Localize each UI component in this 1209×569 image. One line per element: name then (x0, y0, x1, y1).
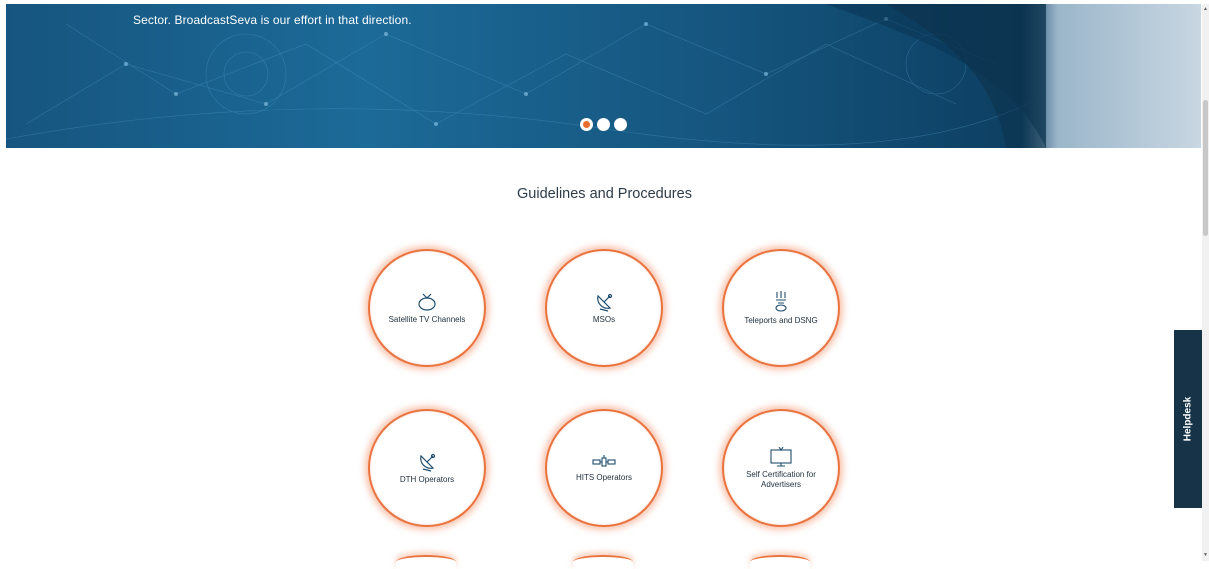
card-partial-3[interactable] (750, 555, 810, 569)
card-label: MSOs (592, 314, 616, 324)
hero-banner: Sector. BroadcastSeva is our effort in t… (6, 4, 1201, 148)
card-label: DTH Operators (399, 474, 455, 484)
card-partial-2[interactable] (573, 555, 633, 569)
card-label: Self Certification for Advertisers (746, 469, 816, 489)
monitor-icon (770, 446, 792, 467)
satellite-dish-icon (597, 293, 613, 312)
card-hits-operators[interactable]: HITS Operators (545, 409, 663, 527)
satellite-dish-icon (420, 453, 436, 472)
carousel-dot-2[interactable] (597, 118, 610, 131)
carousel-indicators (580, 118, 627, 131)
teleport-antenna-icon (775, 290, 787, 312)
card-label: Satellite TV Channels (388, 314, 466, 324)
carousel-dot-1[interactable] (580, 118, 593, 131)
section-title: Guidelines and Procedures (517, 186, 692, 202)
card-teleports-and-dsng[interactable]: Teleports and DSNG (722, 249, 840, 367)
carousel-dot-3[interactable] (614, 118, 627, 131)
card-partial-1[interactable] (396, 555, 456, 569)
helpdesk-tab[interactable]: Helpdesk (1174, 330, 1202, 508)
scroll-up-arrow[interactable]: ▲ (1202, 6, 1209, 12)
satellite-icon (592, 454, 616, 467)
card-satellite-tv-channels[interactable]: Satellite TV Channels (368, 249, 486, 367)
banner-caption: Sector. BroadcastSeva is our effort in t… (133, 13, 412, 27)
scroll-down-arrow[interactable]: ▼ (1202, 552, 1209, 558)
card-label: HITS Operators (575, 472, 632, 482)
page-scrollbar[interactable]: ▲ ▼ (1202, 4, 1209, 561)
card-msos[interactable]: MSOs (545, 249, 663, 367)
helpdesk-label: Helpdesk (1182, 396, 1194, 442)
tv-icon (418, 293, 436, 311)
card-self-certification-for-advertisers[interactable]: Self Certification for Advertisers (722, 409, 840, 527)
card-label: Teleports and DSNG (744, 315, 818, 325)
scroll-thumb[interactable] (1203, 100, 1208, 236)
card-dth-operators[interactable]: DTH Operators (368, 409, 486, 527)
